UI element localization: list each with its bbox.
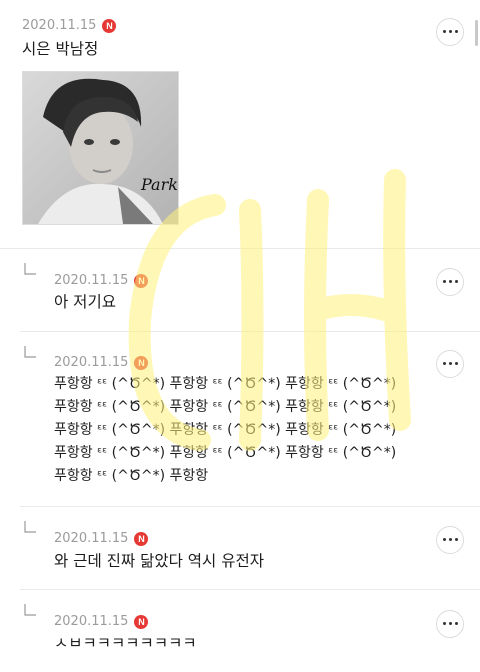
divider xyxy=(0,248,480,249)
comment-text: 아 저기요 xyxy=(54,293,116,311)
photo-signature: Park xyxy=(140,175,178,194)
divider xyxy=(20,506,480,507)
dot-icon xyxy=(443,622,446,625)
reply-arrow-icon xyxy=(24,346,36,358)
comment-date: 2020.11.15 xyxy=(22,18,97,33)
more-options-button[interactable] xyxy=(436,610,464,638)
comment-line: 푸항항 ᵋ﻿ᵋ (^Ծ^*) 푸항항 ᵋᵋ (^Ծ^*) 푸항항 ᵋᵋ (^Ծ^… xyxy=(54,376,397,392)
more-options-button[interactable] xyxy=(436,18,464,46)
new-badge: N xyxy=(134,273,149,288)
divider xyxy=(20,589,480,590)
new-badge: N xyxy=(134,531,149,546)
comment-text: 푸항항 ᵋ﻿ᵋ (^Ծ^*) 푸항항 ᵋᵋ (^Ծ^*) 푸항항 ᵋᵋ (^Ծ^… xyxy=(54,373,396,488)
dot-icon xyxy=(455,622,458,625)
comment-date: 2020.11.15 xyxy=(54,614,129,629)
new-badge: N xyxy=(134,614,149,629)
dot-icon xyxy=(455,30,458,33)
scrollbar[interactable] xyxy=(475,20,478,46)
comment-text: 시은 박남정 xyxy=(22,40,99,58)
attached-photo[interactable]: Park xyxy=(22,71,179,225)
comment-date: 2020.11.15 xyxy=(54,531,129,546)
new-badge: N xyxy=(102,18,117,33)
dot-icon xyxy=(443,538,446,541)
comment-line: 푸항항 ᵋᵋ (^Ծ^*) 푸항항 ᵋᵋ (^Ծ^*) 푸항항 ᵋᵋ (^Ծ^*… xyxy=(54,445,397,461)
reply-arrow-icon xyxy=(24,521,36,533)
dot-icon xyxy=(449,362,452,365)
dot-icon xyxy=(455,280,458,283)
dot-icon xyxy=(449,30,452,33)
more-options-button[interactable] xyxy=(436,350,464,378)
dot-icon xyxy=(449,622,452,625)
dot-icon xyxy=(455,538,458,541)
dot-icon xyxy=(443,362,446,365)
reply-arrow-icon xyxy=(24,263,36,275)
comment-line: 푸항항 ᵋᵋ (^Ծ^*) 푸항항 ᵋᵋ (^Ծ^*) 푸항항 ᵋᵋ (^Ծ^*… xyxy=(54,422,397,438)
reply-arrow-icon xyxy=(24,604,36,616)
divider xyxy=(20,331,480,332)
more-options-button[interactable] xyxy=(436,526,464,554)
more-options-button[interactable] xyxy=(436,268,464,296)
comment-text: ㅅㅂㅋㅋㅋㅋㅋㅋㅋㅋ xyxy=(54,634,197,652)
comment-text: 와 근데 진짜 닮았다 역시 유전자 xyxy=(54,552,265,570)
comment-line: 푸항항 ᵋᵋ (^Ծ^*) 푸항항 xyxy=(54,468,209,484)
comment-date: 2020.11.15 xyxy=(54,273,129,288)
new-badge: N xyxy=(134,355,149,370)
comment-date: 2020.11.15 xyxy=(54,355,129,370)
dot-icon xyxy=(443,30,446,33)
dot-icon xyxy=(449,280,452,283)
comment-line: 푸항항 ᵋᵋ (^Ծ^*) 푸항항 ᵋᵋ (^Ծ^*) 푸항항 ᵋᵋ (^Ծ^*… xyxy=(54,399,397,415)
dot-icon xyxy=(443,280,446,283)
dot-icon xyxy=(455,362,458,365)
portrait-image: Park xyxy=(23,72,178,224)
dot-icon xyxy=(449,538,452,541)
